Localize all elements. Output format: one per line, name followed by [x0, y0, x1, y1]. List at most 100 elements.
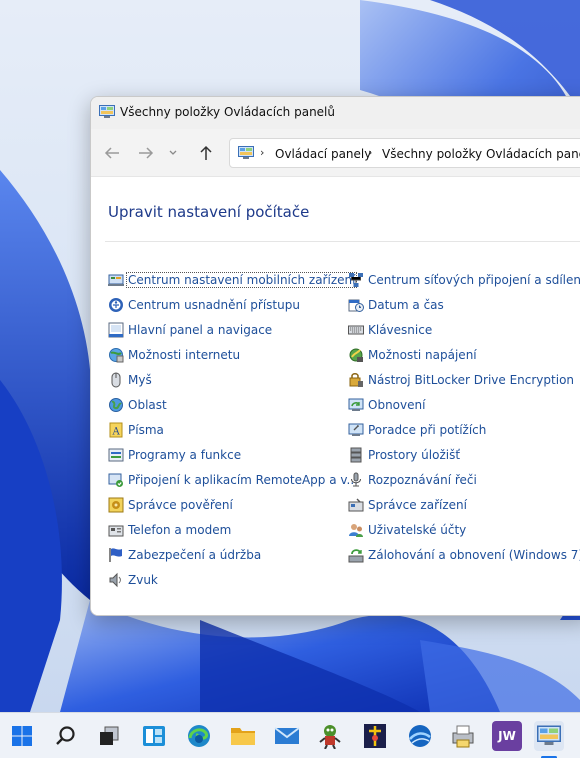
start-button[interactable] [7, 721, 37, 751]
breadcrumb-separator-icon[interactable]: › [260, 146, 264, 159]
list-item[interactable]: Datum a čas [348, 292, 580, 317]
troubleshooting-icon [348, 423, 364, 436]
control-panel-icon [537, 725, 561, 745]
network-center-icon [349, 272, 363, 287]
list-item[interactable]: Prostory úložišť [348, 442, 580, 467]
list-item[interactable]: Obnovení [348, 392, 580, 417]
internet-options-icon [109, 347, 124, 362]
device-manager-icon [348, 498, 364, 511]
list-item[interactable]: Uživatelské účty [348, 517, 580, 542]
widgets-button[interactable] [139, 721, 169, 751]
backup-restore-icon [348, 548, 364, 562]
edge-icon [188, 725, 210, 747]
list-item[interactable]: Myš [108, 367, 358, 392]
list-item[interactable]: Možnosti internetu [108, 342, 358, 367]
forward-arrow-icon [139, 147, 154, 159]
list-item[interactable]: Možnosti napájení [348, 342, 580, 367]
taskbar-icon [108, 322, 124, 337]
list-item[interactable]: Správce zařízení [348, 492, 580, 517]
up-arrow-icon [200, 145, 212, 160]
control-panel-window: Všechny položky Ovládacích panelů › Ovlá… [90, 96, 580, 616]
printer-icon [452, 725, 474, 748]
globe-icon [409, 725, 431, 747]
ease-of-access-icon [109, 297, 123, 312]
phone-modem-icon [108, 525, 124, 536]
list-item[interactable]: A Písma [108, 417, 358, 442]
navigation-toolbar: › Ovládací panely › Všechny položky Ovlá… [91, 129, 580, 177]
control-panel-icon [238, 146, 254, 159]
breadcrumb-all-items[interactable]: Všechny položky Ovládacích panelů [382, 147, 580, 161]
list-item[interactable]: Centrum nastavení mobilních zařízení [108, 267, 358, 292]
forward-button[interactable] [135, 143, 157, 163]
folder-icon [231, 728, 255, 745]
right-items-column: Centrum síťových připojení a sdílení Dat… [348, 267, 580, 567]
address-bar[interactable]: › Ovládací panely › Všechny položky Ovlá… [229, 138, 580, 168]
edge-button[interactable] [184, 721, 214, 751]
mouse-icon [111, 372, 121, 387]
dark-game-icon [364, 724, 386, 748]
windows-logo-icon [12, 726, 32, 746]
fonts-icon: A [109, 422, 123, 437]
list-item[interactable]: Zabezpečení a údržba [108, 542, 358, 567]
recent-locations-button[interactable] [166, 143, 180, 163]
security-flag-icon [109, 547, 122, 562]
task-view-icon [100, 726, 119, 745]
widgets-icon [143, 726, 165, 746]
search-icon [56, 726, 75, 745]
mail-button[interactable] [272, 721, 302, 751]
game-app-button[interactable] [315, 721, 345, 751]
list-item[interactable]: Telefon a modem [108, 517, 358, 542]
bitlocker-icon [349, 372, 363, 387]
task-view-button[interactable] [94, 721, 124, 751]
heading-divider [105, 241, 580, 242]
jw-app-button[interactable]: JW [492, 721, 522, 751]
user-accounts-icon [349, 523, 363, 537]
list-item[interactable]: Rozpoznávání řeči [348, 467, 580, 492]
search-button[interactable] [51, 721, 81, 751]
content-pane: Upravit nastavení počítače Centrum nasta… [91, 177, 580, 615]
credential-manager-icon [108, 497, 124, 512]
game-app-2-button[interactable] [360, 721, 390, 751]
chevron-down-icon [169, 150, 177, 155]
list-item[interactable]: Centrum usnadnění přístupu [108, 292, 358, 317]
page-heading: Upravit nastavení počítače [108, 203, 310, 221]
list-item[interactable]: Hlavní panel a navigace [108, 317, 358, 342]
region-icon [109, 397, 123, 412]
cartoon-figure-icon [319, 725, 341, 749]
list-item[interactable]: Nástroj BitLocker Drive Encryption [348, 367, 580, 392]
control-panel-taskbar-button[interactable] [534, 721, 564, 751]
breadcrumb-control-panel[interactable]: Ovládací panely [275, 147, 371, 161]
network-app-button[interactable] [405, 721, 435, 751]
list-item[interactable]: Správce pověření [108, 492, 358, 517]
list-item[interactable]: Zálohování a obnovení (Windows 7) [348, 542, 580, 567]
sound-icon [109, 572, 121, 587]
recovery-icon [348, 398, 364, 411]
mobility-center-icon [108, 274, 124, 286]
list-item[interactable]: Poradce při potížích [348, 417, 580, 442]
remoteapp-icon [108, 473, 123, 487]
control-panel-icon [99, 105, 115, 118]
storage-spaces-icon [350, 447, 362, 462]
title-bar[interactable]: Všechny položky Ovládacích panelů [91, 97, 580, 129]
back-button[interactable] [101, 143, 123, 163]
list-item[interactable]: Klávesnice [348, 317, 580, 342]
breadcrumb-separator-icon[interactable]: › [368, 146, 372, 159]
printer-app-button[interactable] [448, 721, 478, 751]
taskbar: JW [0, 712, 580, 758]
programs-icon [108, 448, 124, 461]
list-item[interactable]: Zvuk [108, 567, 358, 592]
keyboard-icon [348, 325, 364, 334]
list-item[interactable]: Oblast [108, 392, 358, 417]
svg-text:A: A [112, 426, 121, 437]
list-item[interactable]: Připojení k aplikacím RemoteApp a v... [108, 467, 358, 492]
up-button[interactable] [195, 143, 217, 163]
file-explorer-button[interactable] [228, 721, 258, 751]
window-title: Všechny položky Ovládacích panelů [120, 105, 335, 119]
back-arrow-icon [104, 147, 119, 159]
speech-recognition-icon [351, 472, 361, 486]
left-items-column: Centrum nastavení mobilních zařízení Cen… [108, 267, 358, 592]
jw-icon: JW [498, 729, 516, 743]
list-item[interactable]: Centrum síťových připojení a sdílení [348, 267, 580, 292]
list-item[interactable]: Programy a funkce [108, 442, 358, 467]
mail-icon [274, 727, 300, 744]
